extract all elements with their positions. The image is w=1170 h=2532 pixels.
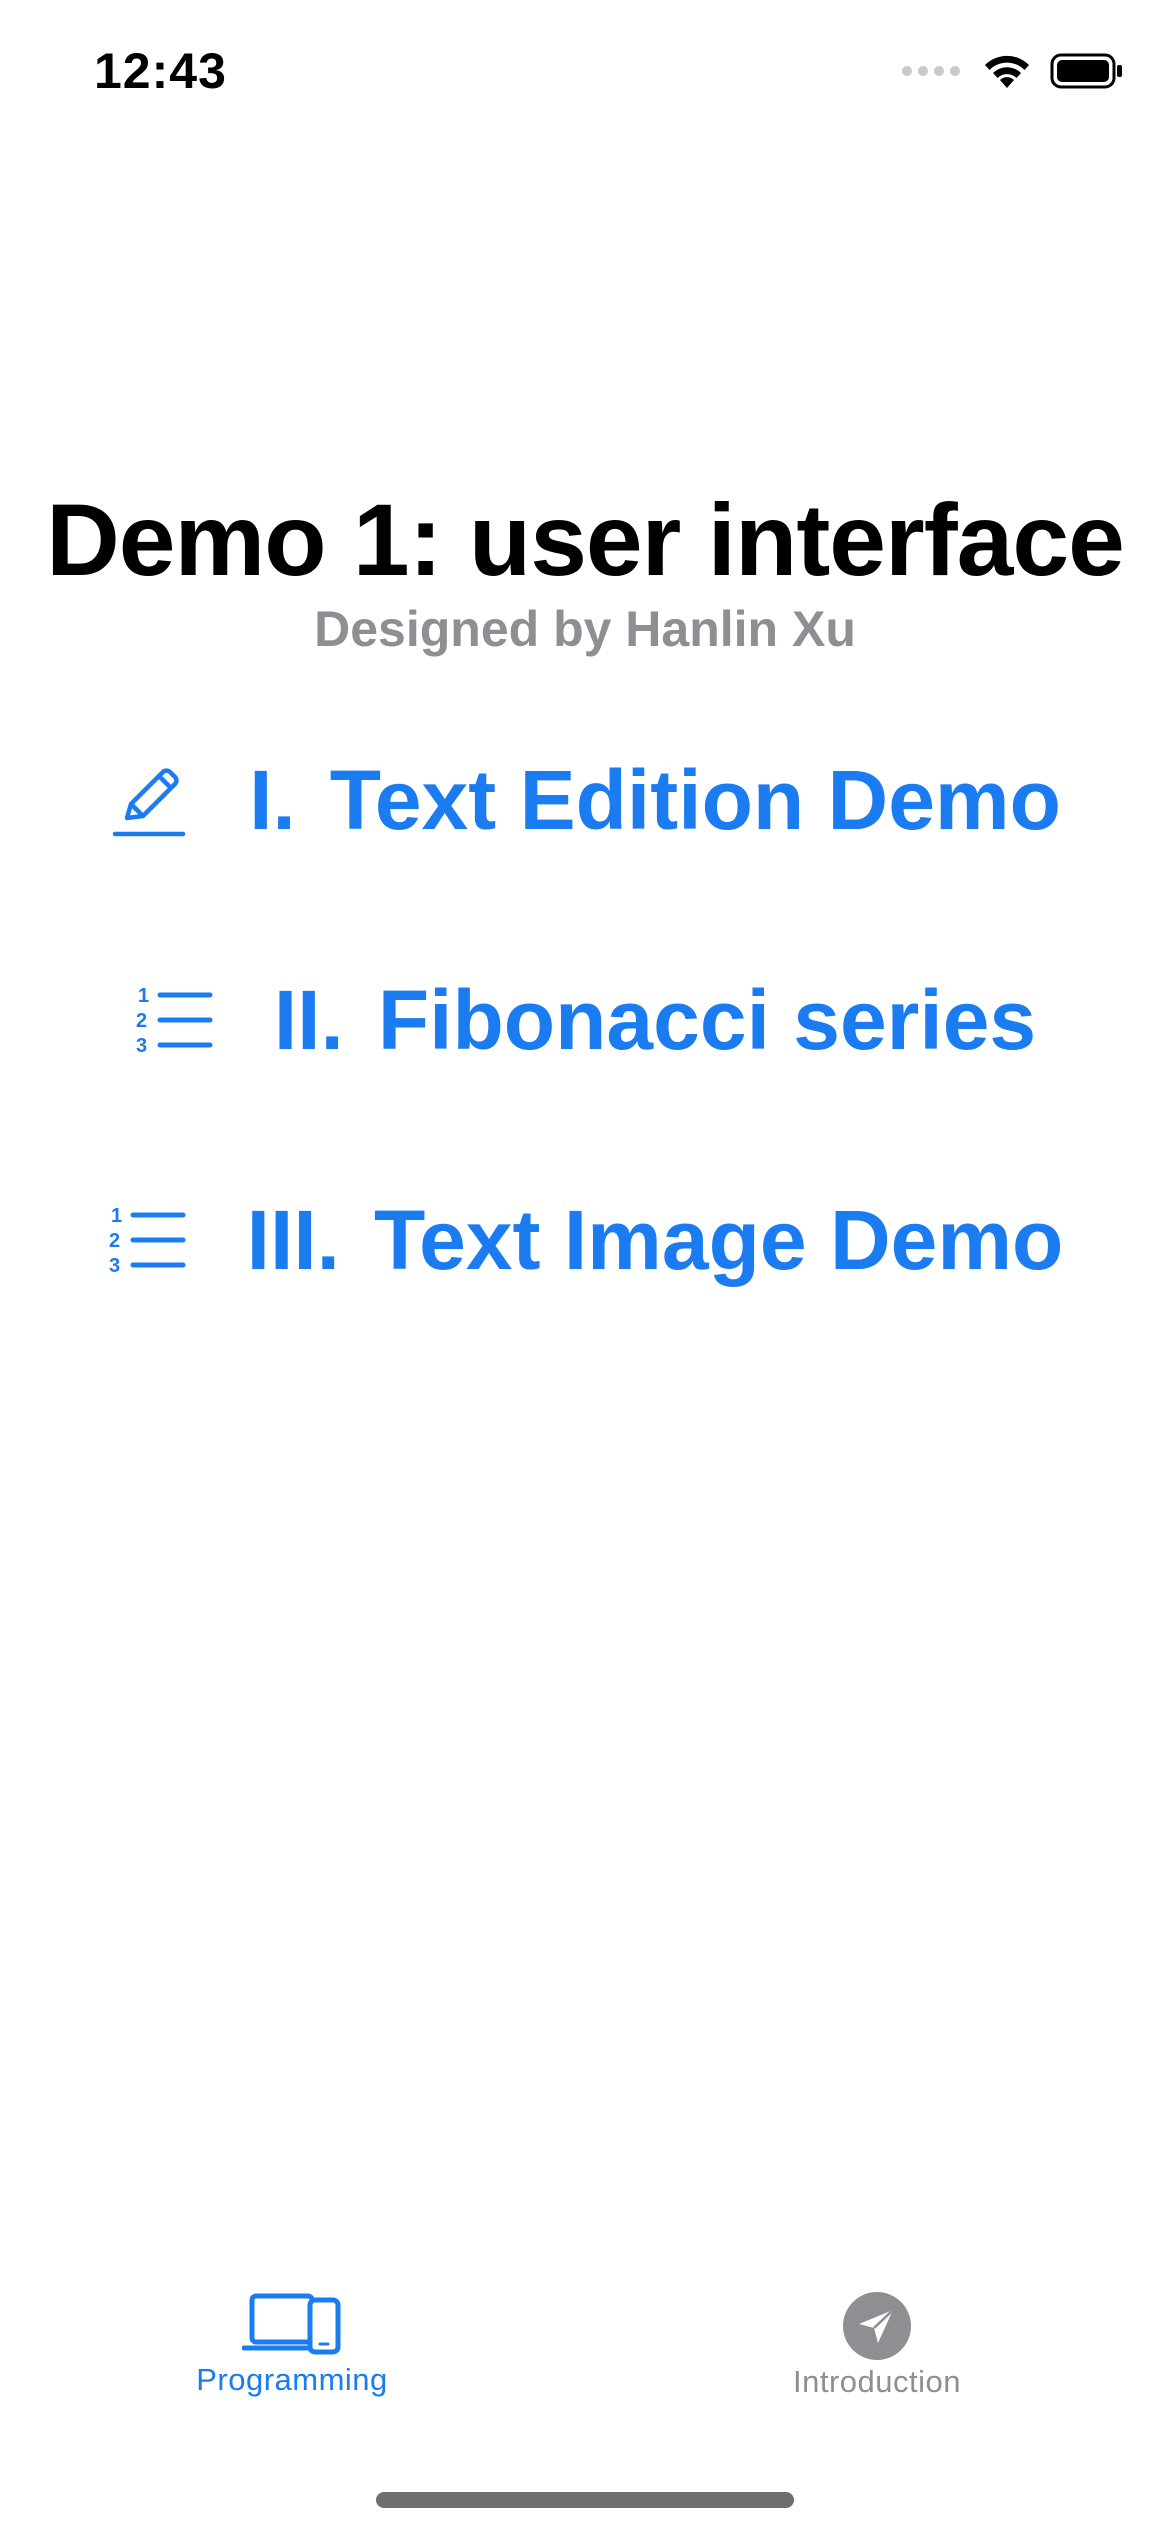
numbered-list-icon: 1 2 3 <box>134 980 214 1060</box>
svg-text:1: 1 <box>138 985 149 1007</box>
menu-item-numeral: III. <box>246 1192 341 1287</box>
status-time: 12:43 <box>94 43 227 99</box>
menu-item-numeral: I. <box>249 752 296 847</box>
menu-item-text-edition-demo[interactable]: I. Text Edition Demo <box>0 745 1170 855</box>
menu-item-fibonacci-series[interactable]: 1 2 3 II. Fibonacci series <box>0 965 1170 1075</box>
pencil-icon <box>109 760 189 840</box>
paperplane-circle-icon <box>843 2292 911 2360</box>
menu-item-numeral: II. <box>273 972 344 1067</box>
svg-text:3: 3 <box>136 1035 147 1057</box>
cellular-signal-icon <box>902 66 960 76</box>
tab-label: Programming <box>196 2362 388 2397</box>
menu-item-label: Fibonacci series <box>377 972 1037 1067</box>
wifi-icon <box>985 55 1029 88</box>
svg-text:3: 3 <box>109 1255 120 1277</box>
tab-programming[interactable]: Programming <box>142 2290 442 2398</box>
svg-text:1: 1 <box>111 1205 122 1227</box>
menu-item-label: Text Edition Demo <box>329 752 1061 847</box>
page-title: Demo 1: user interface <box>46 483 1125 597</box>
battery-icon <box>1050 53 1122 89</box>
tab-label: Introduction <box>793 2364 961 2399</box>
page-subtitle: Designed by Hanlin Xu <box>314 601 856 657</box>
laptop-phone-icon <box>242 2293 341 2355</box>
app-screen: 12:43 Demo 1: user interface Designed by… <box>0 0 1170 2532</box>
status-indicators <box>902 52 1124 90</box>
tab-introduction[interactable]: Introduction <box>727 2290 1027 2400</box>
svg-text:2: 2 <box>136 1010 147 1032</box>
menu-item-label: Text Image Demo <box>374 1192 1064 1287</box>
home-indicator[interactable] <box>376 2492 794 2508</box>
svg-text:2: 2 <box>109 1230 120 1252</box>
menu-item-text-image-demo[interactable]: 1 2 3 III. Text Image Demo <box>0 1185 1170 1295</box>
numbered-list-icon: 1 2 3 <box>107 1200 187 1280</box>
